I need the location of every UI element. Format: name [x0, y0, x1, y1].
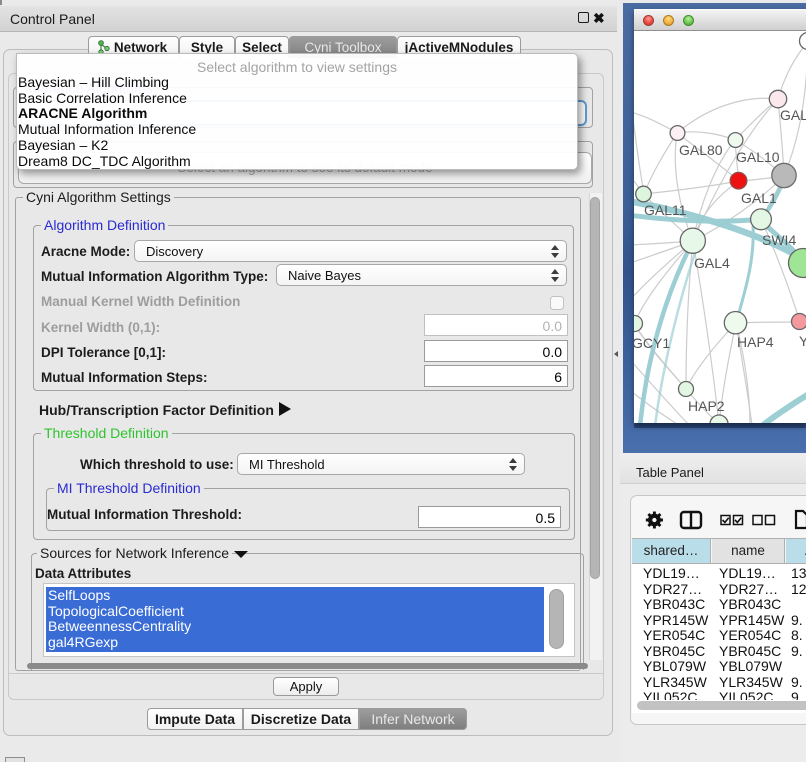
svg-text:HAP4: HAP4: [737, 334, 774, 350]
svg-text:GAL1: GAL1: [741, 190, 777, 206]
svg-text:GAL11: GAL11: [644, 202, 687, 218]
svg-text:Y: Y: [799, 333, 806, 349]
svg-text:GAL7: GAL7: [780, 107, 806, 123]
svg-text:GAL10: GAL10: [736, 149, 780, 165]
svg-text:GAL80: GAL80: [679, 142, 723, 158]
svg-text:SWI4: SWI4: [762, 232, 796, 248]
svg-text:GAL4: GAL4: [694, 255, 730, 271]
svg-text:GCY1: GCY1: [634, 335, 670, 351]
svg-text:HAP2: HAP2: [688, 398, 725, 414]
